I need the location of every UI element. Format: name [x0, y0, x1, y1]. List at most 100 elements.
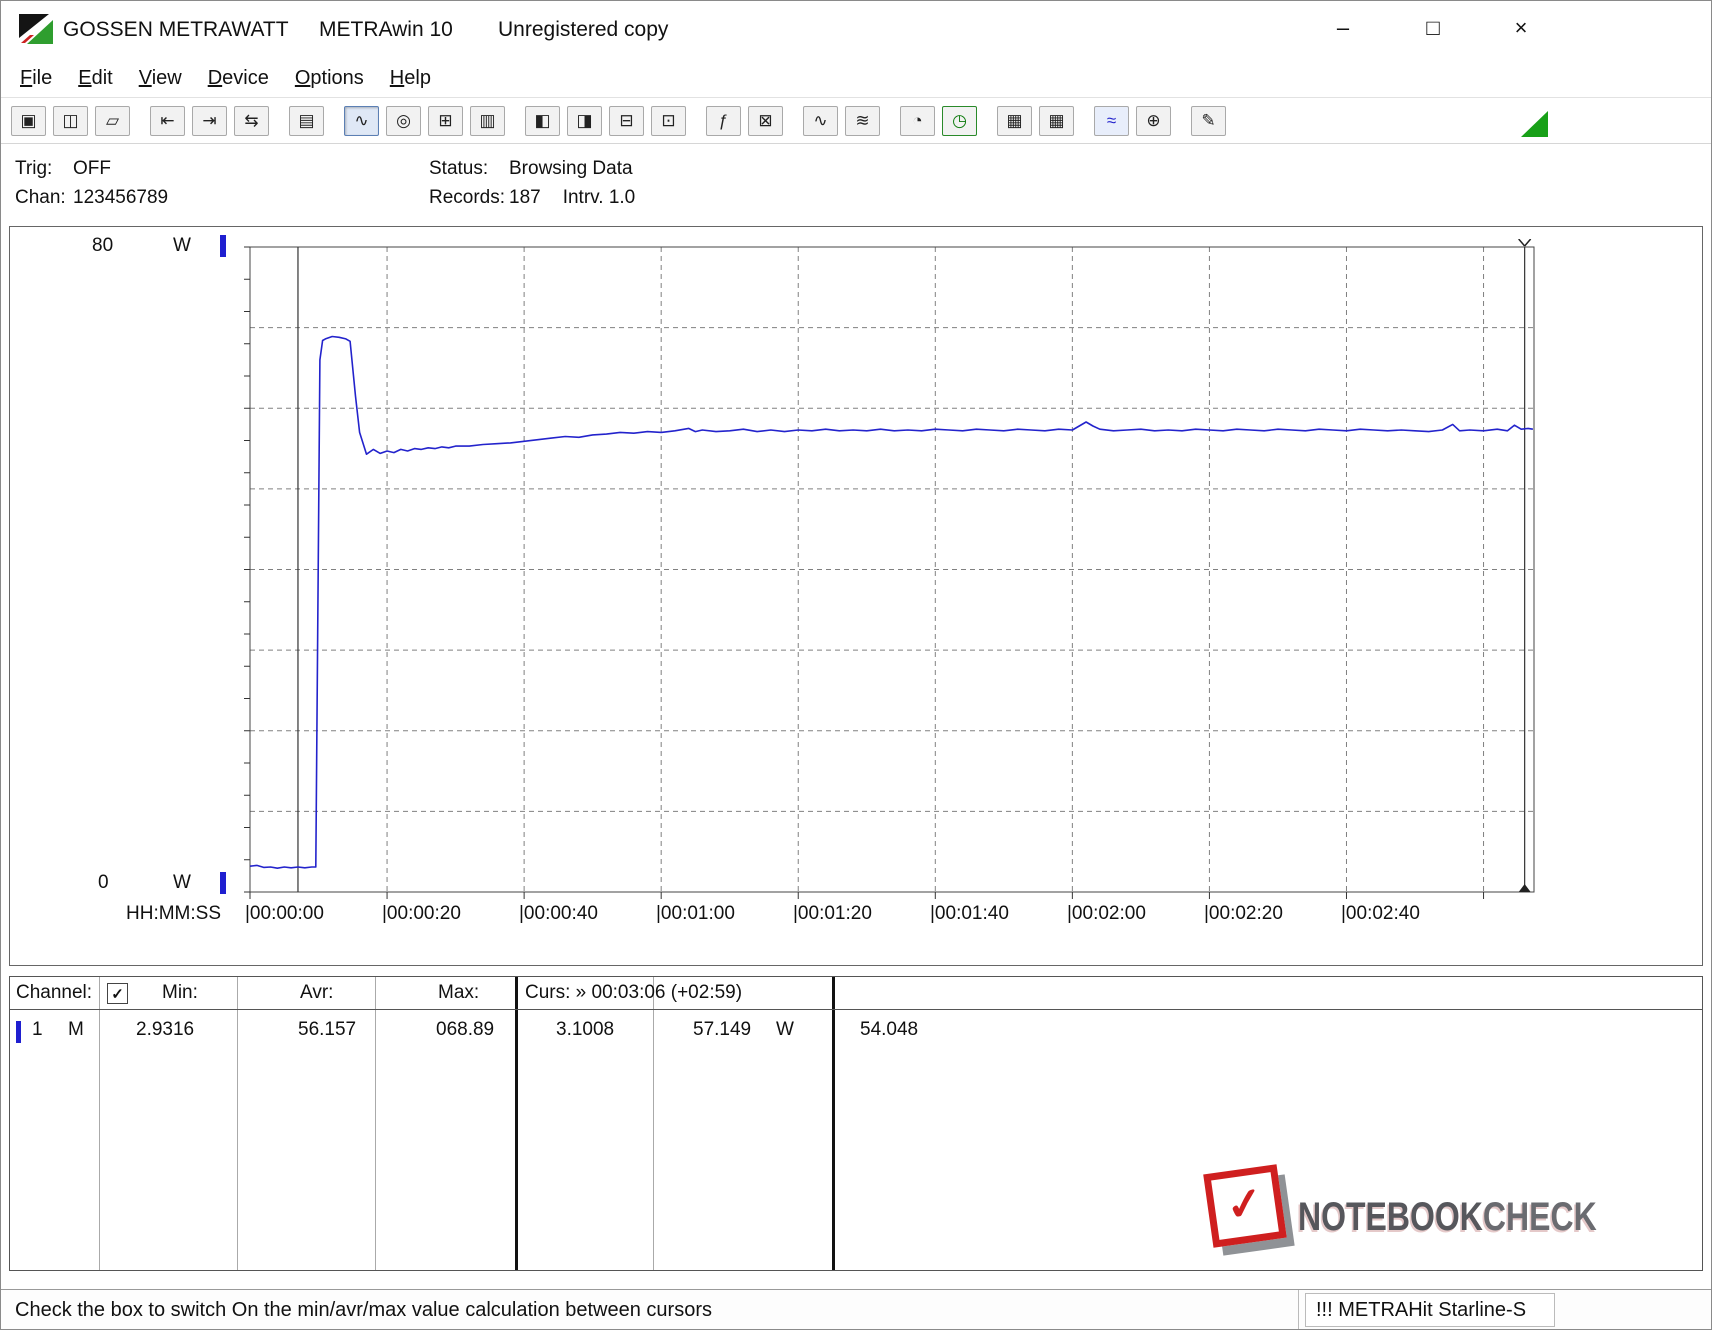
alarm-clock-icon[interactable]: ◷ — [942, 105, 977, 136]
formula-icon[interactable]: ƒ — [706, 105, 741, 136]
table-divider — [375, 977, 376, 1270]
x-tick-label: |00:01:00 — [656, 903, 735, 924]
trig-value: OFF — [73, 158, 111, 179]
menu-bar: File Edit View Device Options Help — [1, 59, 1711, 97]
x-axis-format-label: HH:MM:SS — [126, 903, 221, 924]
app-title: METRAwin 10 — [319, 18, 453, 41]
intrv-value: 1.0 — [608, 187, 636, 208]
wave-expand-icon[interactable]: ≋ — [845, 105, 880, 136]
y-axis-unit-bottom: W — [173, 872, 191, 893]
trend-view-icon[interactable]: ∿ — [344, 105, 379, 136]
close-icon: × — [1514, 15, 1528, 40]
cell-avr-value: 56.157 — [298, 1019, 357, 1040]
save-all-icon[interactable]: ◫ — [53, 105, 88, 136]
y-axis-unit-top: W — [173, 235, 191, 256]
records-label: Records: — [429, 187, 506, 208]
y-axis-max-label: 80 — [92, 235, 114, 256]
time-sync-icon[interactable]: ◔ — [900, 105, 935, 136]
device-status-text: !!! METRAHit Starline-S — [1316, 1298, 1527, 1321]
trend-plot[interactable] — [242, 238, 1540, 903]
minimize-button[interactable]: – — [1317, 7, 1369, 49]
counter-icon[interactable]: ⊠ — [748, 105, 783, 136]
status-hint-text: Check the box to switch On the min/avr/m… — [15, 1299, 712, 1321]
col-header-min: Min: — [162, 982, 198, 1003]
save-icon[interactable]: ▣ — [11, 105, 46, 136]
gossen-metrawatt-logo-icon — [19, 14, 53, 44]
brand-title: GOSSEN METRAWATT — [63, 18, 289, 41]
x-tick-label: |00:02:00 — [1067, 903, 1146, 924]
app-window: GOSSEN METRAWATT METRAwin 10 Unregistere… — [0, 0, 1712, 1330]
x-tick-label: |00:00:20 — [382, 903, 461, 924]
y-range-top-marker[interactable] — [220, 235, 226, 257]
print-preview-icon[interactable]: ▦ — [1039, 105, 1074, 136]
close-button[interactable]: × — [1495, 7, 1547, 49]
menu-view[interactable]: View — [126, 63, 195, 94]
cell-unit: W — [776, 1019, 794, 1040]
cell-cursor2-value: 57.149 — [693, 1019, 752, 1040]
x-tick-label: |00:02:40 — [1341, 903, 1420, 924]
watermark-text-notebook: NOTEBOOK — [1298, 1195, 1483, 1239]
transfer-icon[interactable]: ⇆ — [234, 105, 269, 136]
export-begin-icon[interactable]: ⇤ — [150, 105, 185, 136]
minmax-calc-checkbox[interactable]: ✓ — [107, 983, 128, 1004]
title-bar: GOSSEN METRAWATT METRAwin 10 Unregistere… — [1, 1, 1711, 59]
table-divider-thick — [832, 977, 835, 1270]
zoom-curve-icon[interactable]: ≈ — [1094, 105, 1129, 136]
trig-label: Trig: — [15, 158, 53, 179]
toolbar-resize-triangle — [1521, 111, 1548, 137]
bar-view-icon[interactable]: ▥ — [470, 105, 505, 136]
chan-label: Chan: — [15, 187, 66, 208]
col-header-avr: Avr: — [300, 982, 334, 1003]
chan-value: 123456789 — [73, 187, 169, 208]
cell-delta-value: 54.048 — [860, 1019, 919, 1040]
x-tick-label: |00:02:20 — [1204, 903, 1283, 924]
col-header-max: Max: — [438, 982, 480, 1003]
device-status-section: !!! METRAHit Starline-S — [1305, 1293, 1555, 1327]
table-header-rule — [10, 1009, 1702, 1010]
col-header-channel: Channel: — [16, 982, 93, 1003]
menu-options[interactable]: Options — [282, 63, 377, 94]
notebookcheck-watermark: ✓ NOTEBOOKCHECK — [1203, 1151, 1597, 1286]
status-label: Status: — [429, 158, 489, 179]
wave-compress-icon[interactable]: ∿ — [803, 105, 838, 136]
table-divider — [653, 977, 654, 1270]
table-divider — [99, 977, 100, 1270]
menu-device[interactable]: Device — [195, 63, 282, 94]
menu-edit[interactable]: Edit — [65, 63, 125, 94]
records-value: 187 — [509, 187, 541, 208]
channel-list-icon[interactable]: ▤ — [289, 105, 324, 136]
monitor-view-icon[interactable]: ⊡ — [651, 105, 686, 136]
x-tick-label: |00:00:40 — [519, 903, 598, 924]
zoom-icon[interactable]: ⊕ — [1136, 105, 1171, 136]
info-area: Trig: OFF Chan: 123456789 Status: Browsing … — [1, 144, 1711, 223]
export-data-icon[interactable]: ⇥ — [192, 105, 227, 136]
col-header-cursors: Curs: » 00:03:06 (+02:59) — [525, 982, 743, 1003]
chart-panel: 80 W 0 W HH:MM:SS |00:00:00 |00:00:20 |00:… — [9, 226, 1703, 966]
window-config-icon[interactable]: ◧ — [525, 105, 560, 136]
cell-channel-mode: M — [68, 1019, 84, 1040]
menu-help[interactable]: Help — [377, 63, 444, 94]
x-tick-label: |00:01:20 — [793, 903, 872, 924]
cell-channel-number: 1 — [32, 1019, 43, 1040]
cell-max-value: 068.89 — [436, 1019, 495, 1040]
status-bar: Check the box to switch On the min/avr/m… — [1, 1289, 1711, 1329]
window-tile-icon[interactable]: ◨ — [567, 105, 602, 136]
scope-view-icon[interactable]: ◎ — [386, 105, 421, 136]
status-records-info: Status: Browsing Data Records: 187 Intrv. 1… — [429, 154, 635, 212]
annotation-icon[interactable]: ✎ — [1191, 105, 1226, 136]
notebookcheck-check-icon: ✓ — [1203, 1164, 1287, 1248]
maximize-button[interactable]: □ — [1407, 7, 1459, 49]
menu-file[interactable]: File — [7, 63, 65, 94]
maximize-icon: □ — [1426, 15, 1440, 40]
watermark-text: NOTEBOOKCHECK — [1298, 1195, 1597, 1240]
cell-cursor1-value: 3.1008 — [556, 1019, 615, 1040]
y-range-bottom-marker[interactable] — [220, 872, 226, 894]
open-file-icon[interactable]: ▱ — [95, 105, 130, 136]
minimize-icon: – — [1336, 15, 1350, 40]
license-label: Unregistered copy — [498, 18, 669, 41]
x-tick-label: |00:00:00 — [245, 903, 324, 924]
window-split-icon[interactable]: ⊟ — [609, 105, 644, 136]
print-icon[interactable]: ▦ — [997, 105, 1032, 136]
table-view-icon[interactable]: ⊞ — [428, 105, 463, 136]
trigger-channel-info: Trig: OFF Chan: 123456789 — [15, 154, 168, 212]
